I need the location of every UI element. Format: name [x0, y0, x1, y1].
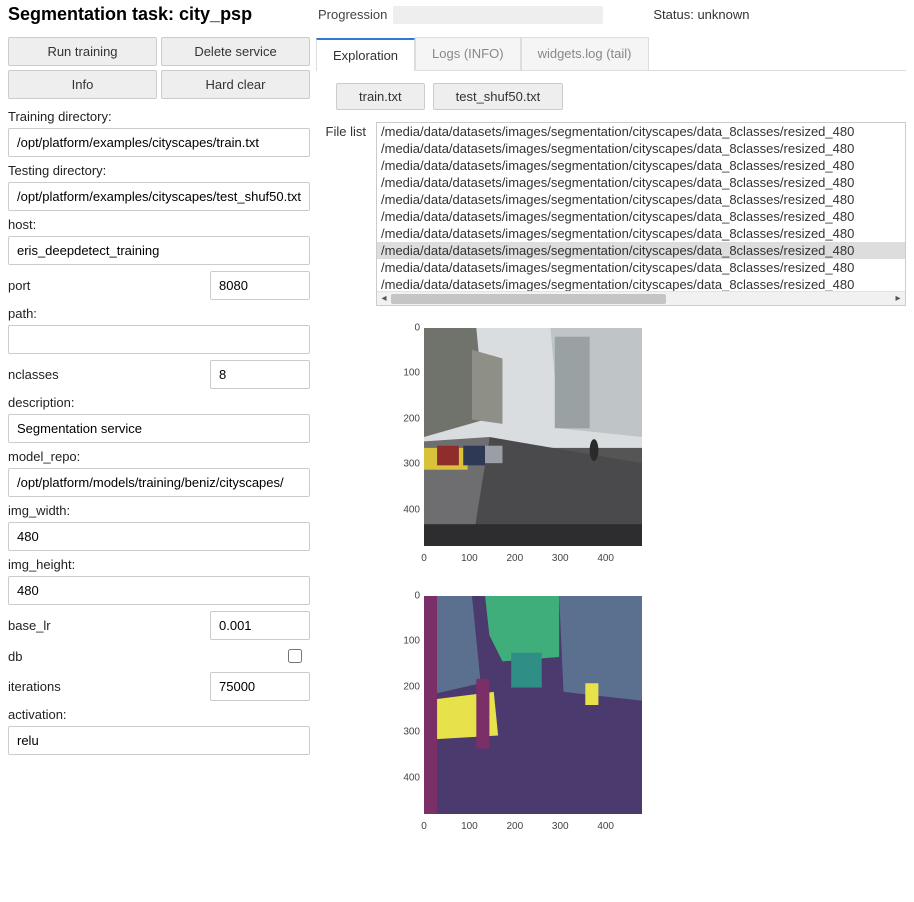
source-image-chart: 0 100 200 300 400 0 100 200 300 400	[396, 324, 646, 564]
y-tick-label: 400	[396, 504, 420, 515]
x-tick-label: 300	[552, 553, 569, 564]
info-button[interactable]: Info	[8, 70, 157, 99]
file-list-box[interactable]: /media/data/datasets/images/segmentation…	[376, 122, 906, 306]
img-width-input[interactable]	[8, 522, 310, 551]
img-height-input[interactable]	[8, 576, 310, 605]
progress-bar	[393, 6, 603, 24]
y-tick-label: 200	[396, 413, 420, 424]
y-tick-label: 300	[396, 727, 420, 738]
file-list-row[interactable]: /media/data/datasets/images/segmentation…	[377, 208, 905, 225]
path-label: path:	[8, 306, 310, 321]
train-txt-button[interactable]: train.txt	[336, 83, 425, 110]
training-dir-label: Training directory:	[8, 109, 310, 124]
base-lr-label: base_lr	[8, 618, 51, 633]
y-tick-label: 300	[396, 459, 420, 470]
y-tick-label: 400	[396, 772, 420, 783]
tab-widgets-log[interactable]: widgets.log (tail)	[521, 37, 649, 70]
y-tick-label: 200	[396, 681, 420, 692]
x-tick-label: 400	[597, 821, 614, 832]
file-list-row[interactable]: /media/data/datasets/images/segmentation…	[377, 140, 905, 157]
y-tick-label: 0	[396, 323, 420, 334]
file-list-row[interactable]: /media/data/datasets/images/segmentation…	[377, 157, 905, 174]
file-list-row[interactable]: /media/data/datasets/images/segmentation…	[377, 174, 905, 191]
x-tick-label: 300	[552, 821, 569, 832]
y-tick-label: 100	[396, 636, 420, 647]
model-repo-label: model_repo:	[8, 449, 310, 464]
iterations-label: iterations	[8, 679, 61, 694]
tab-logs[interactable]: Logs (INFO)	[415, 37, 521, 70]
training-dir-input[interactable]	[8, 128, 310, 157]
x-tick-label: 100	[461, 553, 478, 564]
host-label: host:	[8, 217, 310, 232]
progression-label: Progression	[318, 7, 387, 22]
file-list-row[interactable]: /media/data/datasets/images/segmentation…	[377, 242, 905, 259]
testing-dir-input[interactable]	[8, 182, 310, 211]
scroll-left-icon[interactable]: ◂	[377, 292, 391, 306]
db-checkbox[interactable]	[288, 649, 302, 663]
img-width-label: img_width:	[8, 503, 310, 518]
file-list-row[interactable]: /media/data/datasets/images/segmentation…	[377, 225, 905, 242]
y-tick-label: 0	[396, 591, 420, 602]
file-list-scrollbar[interactable]: ◂ ▸	[377, 291, 905, 305]
iterations-input[interactable]	[210, 672, 310, 701]
x-tick-label: 400	[597, 553, 614, 564]
x-tick-label: 200	[506, 821, 523, 832]
img-height-label: img_height:	[8, 557, 310, 572]
host-input[interactable]	[8, 236, 310, 265]
tab-exploration[interactable]: Exploration	[316, 38, 415, 71]
y-tick-label: 100	[396, 368, 420, 379]
segmentation-mask	[424, 596, 642, 814]
file-list-row[interactable]: /media/data/datasets/images/segmentation…	[377, 191, 905, 208]
x-tick-label: 200	[506, 553, 523, 564]
segmentation-mask-chart: 0 100 200 300 400 0 100 200 300 400	[396, 592, 646, 832]
file-list-row[interactable]: /media/data/datasets/images/segmentation…	[377, 259, 905, 276]
delete-service-button[interactable]: Delete service	[161, 37, 310, 66]
scroll-right-icon[interactable]: ▸	[891, 292, 905, 306]
nclasses-input[interactable]	[210, 360, 310, 389]
x-tick-label: 100	[461, 821, 478, 832]
port-input[interactable]	[210, 271, 310, 300]
path-input[interactable]	[8, 325, 310, 354]
activation-label: activation:	[8, 707, 310, 722]
file-list-row[interactable]: /media/data/datasets/images/segmentation…	[377, 123, 905, 140]
file-list-label: File list	[316, 122, 376, 139]
port-label: port	[8, 278, 30, 293]
source-image	[424, 328, 642, 546]
model-repo-input[interactable]	[8, 468, 310, 497]
x-tick-label: 0	[421, 821, 427, 832]
test-shuf-button[interactable]: test_shuf50.txt	[433, 83, 564, 110]
testing-dir-label: Testing directory:	[8, 163, 310, 178]
description-label: description:	[8, 395, 310, 410]
x-tick-label: 0	[421, 553, 427, 564]
base-lr-input[interactable]	[210, 611, 310, 640]
run-training-button[interactable]: Run training	[8, 37, 157, 66]
nclasses-label: nclasses	[8, 367, 59, 382]
page-title: Segmentation task: city_psp	[8, 4, 318, 25]
activation-input[interactable]	[8, 726, 310, 755]
status-label: Status: unknown	[653, 7, 749, 22]
hard-clear-button[interactable]: Hard clear	[161, 70, 310, 99]
description-input[interactable]	[8, 414, 310, 443]
db-label: db	[8, 649, 22, 664]
